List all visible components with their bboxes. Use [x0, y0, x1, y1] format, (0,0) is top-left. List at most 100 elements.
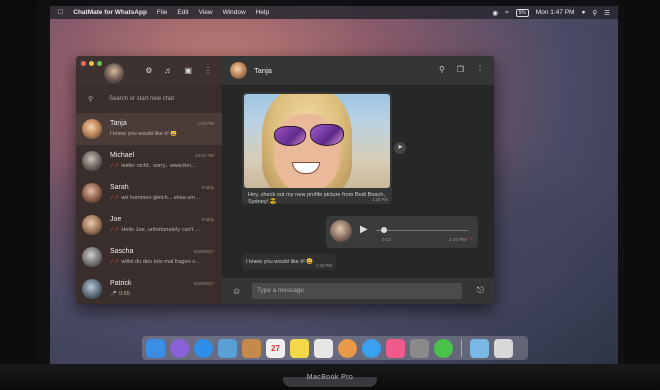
contact-name: Patrick — [110, 280, 132, 287]
chatmate-icon[interactable] — [434, 338, 453, 358]
chat-list-item[interactable]: Michael ✓✓ leider nicht.. sorry.. www.fen… — [76, 145, 222, 177]
menubar-clock[interactable]: Mon 1:47 PM — [536, 9, 575, 16]
forward-share-icon[interactable]: ➤ — [394, 142, 406, 154]
audio-scrubber-handle[interactable] — [380, 227, 387, 233]
last-message-time: 1:34 PM — [197, 121, 214, 126]
dock-separator — [461, 339, 462, 357]
itunes-icon[interactable] — [386, 338, 405, 358]
contact-avatar — [82, 247, 102, 267]
close-window-button[interactable] — [81, 61, 86, 66]
battery-indicator[interactable]: 5% — [515, 8, 529, 17]
user-icon[interactable]: ● — [581, 9, 585, 16]
last-message-preview: 🎤 0:55 — [110, 291, 130, 297]
last-message-preview: ✓✓ Hello Joe, unfortunately can't … — [110, 227, 201, 233]
contact-name: Joe — [110, 216, 122, 223]
trash-icon[interactable] — [494, 338, 513, 358]
search-icon: ⚲ — [88, 96, 94, 103]
conversation-pane: Tanja ⚲ ❐ ⋮ Hey, check out my new profil… — [222, 56, 494, 304]
contact-name: Sascha — [110, 248, 134, 255]
audio-current-time: 0:13 — [382, 237, 391, 242]
message-time: 1:20 PM — [371, 197, 388, 202]
notifications-bell-icon[interactable]: ♬ — [164, 66, 172, 75]
notification-center-icon[interactable]: ☰ — [604, 9, 610, 17]
contact-avatar[interactable] — [230, 62, 247, 79]
my-profile-avatar[interactable] — [104, 63, 124, 83]
last-message-time: 8/18/2017 — [193, 249, 214, 254]
menu-window[interactable]: Window — [223, 9, 246, 16]
message-time: 1:20 PM — [449, 237, 466, 242]
chat-list-item[interactable]: Joe ✓✓ Hello Joe, unfortunately can't … F… — [76, 209, 222, 241]
safari-icon[interactable] — [194, 338, 213, 358]
message-input[interactable]: Type a message — [252, 283, 462, 299]
voice-message-mic-icon: 🎤 — [110, 291, 117, 297]
image-message-bubble[interactable]: Hey, check out my new profile picture fr… — [242, 92, 392, 205]
read-ticks-icon: ✓✓ — [110, 227, 120, 233]
read-ticks-icon: ✓✓ — [465, 236, 474, 242]
window-controls — [81, 61, 102, 66]
chat-search[interactable]: ⚲ Search or start new chat — [76, 90, 222, 108]
profile-photo-image[interactable] — [244, 94, 390, 188]
device-label: MacBook Pro — [306, 374, 354, 381]
chat-list-item[interactable]: Patrick 🎤 0:55 8/16/2017 — [76, 273, 222, 304]
last-message-preview: ✓✓ leider nicht.. sorry.. www.fen… — [110, 163, 197, 169]
reminders-icon[interactable] — [314, 338, 333, 358]
menu-app-name[interactable]: ChatMate for WhatsApp — [73, 9, 147, 16]
contact-avatar — [82, 183, 102, 203]
siri-icon[interactable] — [170, 338, 189, 358]
system-preferences-icon[interactable] — [410, 338, 429, 358]
conversation-contact-name[interactable]: Tanja — [254, 66, 272, 75]
chat-status-icon[interactable]: ◉ — [492, 9, 498, 17]
notes-icon[interactable] — [290, 338, 309, 358]
contact-avatar — [82, 215, 102, 235]
wifi-icon[interactable]: ≈ — [505, 9, 509, 16]
conversation-header: Tanja ⚲ ❐ ⋮ — [222, 56, 494, 85]
chatmate-window: ⚙ ♬ ▣ ⋮ ⚲ Search or start new chat Tanja… — [76, 56, 494, 304]
attach-paperclip-icon[interactable]: ❐ — [457, 65, 464, 74]
chat-list-item[interactable]: Sarah ✓✓ wir kommen gleich... etwa um… Fr… — [76, 177, 222, 209]
menu-edit[interactable]: Edit — [177, 9, 188, 16]
voice-message-bubble: ▶ 0:13 1:20 PM ✓✓ — [326, 216, 478, 248]
compose-bar: ☺ Type a message ⎋ — [222, 278, 494, 304]
last-message-time: Friday — [201, 185, 214, 190]
audio-progress-track[interactable] — [376, 230, 468, 231]
read-ticks-icon: ✓✓ — [110, 195, 120, 201]
last-message-time: 10:57 AM — [194, 153, 214, 158]
chat-list-item[interactable]: Tanja I knew you would like it! 😀 1:34 P… — [76, 113, 222, 145]
menu-file[interactable]: File — [157, 9, 167, 16]
contacts-icon[interactable] — [242, 338, 261, 358]
microphone-icon[interactable]: ⎋ — [477, 285, 484, 296]
zoom-window-button[interactable] — [97, 61, 102, 66]
read-ticks-icon: ✓✓ — [110, 259, 120, 265]
chat-list-item[interactable]: Sascha ✓✓ willst du den tolo mal fragen o… — [76, 241, 222, 273]
contact-avatar — [82, 279, 102, 299]
chat-sidebar: ⚙ ♬ ▣ ⋮ ⚲ Search or start new chat Tanja… — [76, 56, 222, 304]
messages-icon[interactable] — [362, 338, 381, 358]
apple-menu-icon[interactable]:  — [58, 9, 63, 16]
downloads-folder-icon[interactable] — [470, 338, 489, 358]
last-message-time: 8/16/2017 — [193, 281, 214, 286]
contact-avatar — [82, 151, 102, 171]
new-chat-icon[interactable]: ▣ — [184, 66, 192, 75]
mail-icon[interactable] — [218, 338, 237, 358]
calendar-icon[interactable]: 27 — [266, 338, 285, 358]
photos-icon[interactable] — [338, 338, 357, 358]
play-icon[interactable]: ▶ — [360, 224, 368, 235]
contact-name: Michael — [110, 152, 135, 159]
spotlight-search-icon[interactable]: ⚲ — [592, 9, 597, 17]
more-options-icon[interactable]: ⋮ — [476, 65, 484, 74]
last-message-preview: ✓✓ willst du den tolo mal fragen o… — [110, 259, 201, 265]
contact-name: Tanja — [110, 120, 127, 127]
menu-help[interactable]: Help — [256, 9, 269, 16]
last-message-preview: ✓✓ wir kommen gleich... etwa um… — [110, 195, 201, 201]
contact-name: Sarah — [110, 184, 129, 191]
menu-view[interactable]: View — [199, 9, 213, 16]
finder-icon[interactable] — [146, 338, 165, 358]
more-options-icon[interactable]: ⋮ — [204, 66, 212, 75]
minimize-window-button[interactable] — [89, 61, 94, 66]
menu-bar:  ChatMate for WhatsApp File Edit View W… — [50, 6, 618, 19]
settings-gear-icon[interactable]: ⚙ — [145, 66, 152, 75]
search-messages-icon[interactable]: ⚲ — [439, 65, 445, 74]
emoji-icon[interactable]: ☺ — [232, 286, 241, 296]
contact-avatar — [82, 119, 102, 139]
dock: 27 — [142, 336, 528, 360]
